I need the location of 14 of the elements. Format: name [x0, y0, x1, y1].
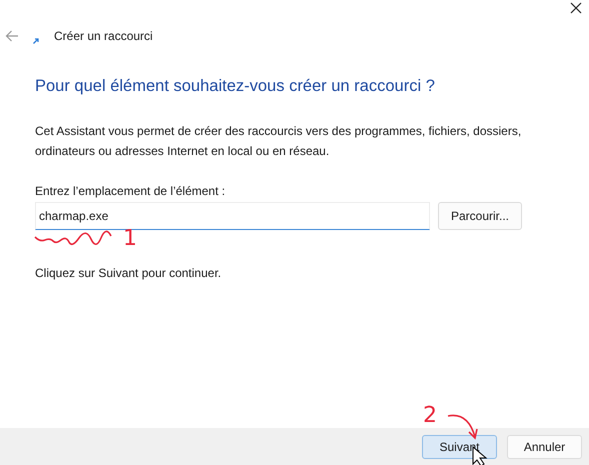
hint-text: Cliquez sur Suivant pour continuer.	[35, 266, 222, 280]
field-label: Entrez l’emplacement de l’élément :	[35, 184, 226, 198]
window-title: Créer un raccourci	[54, 29, 153, 43]
close-icon[interactable]	[570, 2, 582, 14]
description-text: Cet Assistant vous permet de créer des raccourcis vers des programmes, fichiers, dossiers, ordinateurs ou adresses Internet en local ou en réseau.	[35, 123, 522, 160]
location-field[interactable]: charmap.exe	[35, 202, 430, 230]
annotation-number: 2	[423, 405, 437, 427]
browse-button[interactable]: Parcourir...	[438, 202, 522, 230]
curved-arrow-drawing	[447, 413, 479, 439]
shortcut-arrow-icon	[33, 38, 39, 44]
page-heading: Pour quel élément souhaitez-vous créer un raccourci ?	[35, 76, 436, 97]
cancel-button[interactable]: Annuler	[507, 434, 582, 458]
annotation-number: 1	[123, 228, 137, 250]
back-arrow-icon[interactable]	[5, 30, 19, 42]
